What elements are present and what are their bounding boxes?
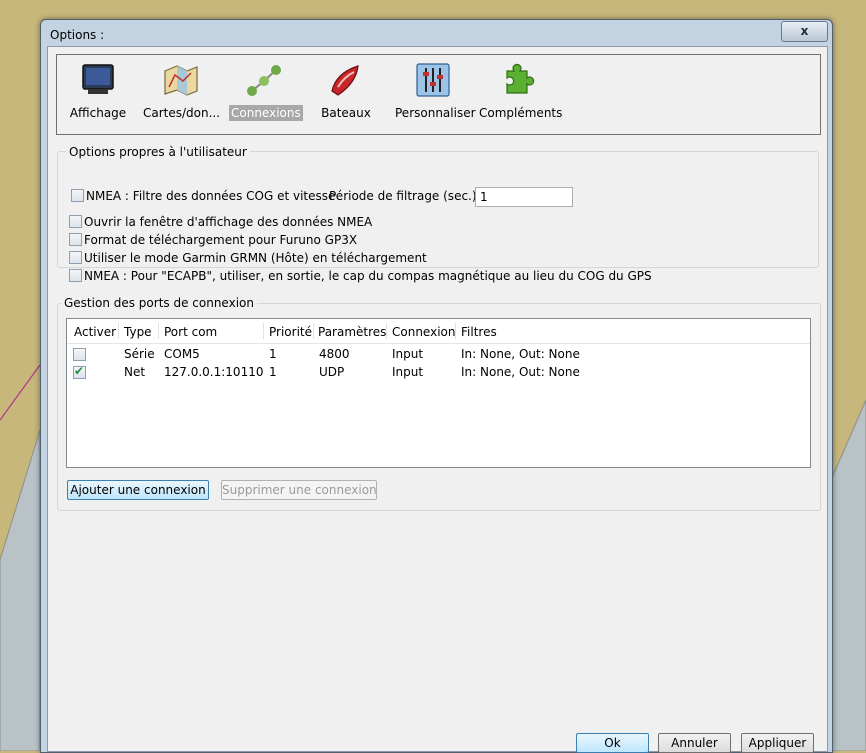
col-filtres[interactable]: Filtres <box>461 325 497 339</box>
col-separator <box>313 323 314 339</box>
row-connection: Input <box>392 365 424 379</box>
nmea-filter-label: NMEA : Filtre des données COG et vitesse <box>86 189 336 203</box>
col-parametres[interactable]: Paramètres <box>318 325 386 339</box>
tab-affichage[interactable]: Affichage <box>63 61 133 121</box>
apply-button[interactable]: Appliquer <box>741 733 814 753</box>
col-connexion[interactable]: Connexion <box>392 325 456 339</box>
col-activer[interactable]: Activer <box>74 325 116 339</box>
col-port[interactable]: Port com <box>164 325 217 339</box>
furuno-label: Format de téléchargement pour Furuno GP3… <box>84 233 358 247</box>
list-header: Activer Type Port com Priorité Paramètre… <box>67 319 810 344</box>
row-priority: 1 <box>269 347 277 361</box>
map-icon <box>161 61 201 99</box>
filter-period-input[interactable] <box>475 187 573 207</box>
nmea-window-label: Ouvrir la fenêtre d'affichage des donnée… <box>84 215 373 229</box>
connections-list[interactable]: Activer Type Port com Priorité Paramètre… <box>66 318 811 468</box>
row-params: 4800 <box>319 347 350 361</box>
ecapb-checkbox[interactable] <box>69 269 82 282</box>
col-type[interactable]: Type <box>124 325 152 339</box>
row-filters: In: None, Out: None <box>461 347 580 361</box>
close-button[interactable]: x <box>781 21 828 42</box>
tab-connexions[interactable]: Connexions <box>229 61 303 121</box>
boat-icon <box>326 61 366 99</box>
tab-label-complements: Compléments <box>479 106 563 120</box>
garmin-label: Utiliser le mode Garmin GRMN (Hôte) en t… <box>84 251 427 265</box>
close-icon: x <box>800 24 809 38</box>
tab-cartes[interactable]: Cartes/don... <box>141 61 221 121</box>
row-type: Net <box>124 365 146 379</box>
sliders-icon <box>413 61 453 99</box>
nmea-filter-checkbox[interactable] <box>71 189 84 202</box>
row-priority: 1 <box>269 365 277 379</box>
ecapb-label: NMEA : Pour "ECAPB", utiliser, en sortie… <box>84 269 652 283</box>
col-separator <box>263 323 264 339</box>
tab-label-bateaux: Bateaux <box>321 106 371 120</box>
ports-title: Gestion des ports de connexion <box>61 296 257 310</box>
dialog-title: Options : <box>50 28 105 42</box>
remove-connection-button[interactable]: Supprimer une connexion <box>221 480 377 500</box>
row-enable-checkbox[interactable] <box>73 348 86 361</box>
nmea-window-checkbox[interactable] <box>69 215 82 228</box>
col-priorite[interactable]: Priorité <box>269 325 312 339</box>
dialog-content: Affichage Cartes/don... Connexions Batea… <box>47 46 828 753</box>
ok-button[interactable]: Ok <box>576 733 649 753</box>
table-row[interactable]: Net 127.0.0.1:10110 1 UDP Input In: None… <box>67 364 810 382</box>
connections-icon <box>244 61 284 99</box>
tab-bateaux[interactable]: Bateaux <box>311 61 381 121</box>
options-dialog: Options : x Affichage Cartes/don... Conn… <box>40 19 833 753</box>
options-toolbar: Affichage Cartes/don... Connexions Batea… <box>56 54 821 135</box>
tab-label-personnaliser: Personnaliser <box>395 106 476 120</box>
tab-label-connexions: Connexions <box>229 105 303 121</box>
row-params: UDP <box>319 365 345 379</box>
monitor-icon <box>78 61 118 99</box>
col-separator <box>455 323 456 339</box>
add-connection-button[interactable]: Ajouter une connexion <box>67 480 209 500</box>
row-enable-checkbox[interactable] <box>73 364 86 379</box>
filter-period-label: Période de filtrage (sec.) <box>329 189 477 203</box>
col-separator <box>386 323 387 339</box>
furuno-checkbox[interactable] <box>69 233 82 246</box>
tab-label-cartes: Cartes/don... <box>143 106 221 120</box>
col-separator <box>118 323 119 339</box>
row-port: 127.0.0.1:10110 <box>164 365 264 379</box>
cancel-button[interactable]: Annuler <box>658 733 731 753</box>
garmin-checkbox[interactable] <box>69 251 82 264</box>
row-port: COM5 <box>164 347 200 361</box>
table-row[interactable]: Série COM5 1 4800 Input In: None, Out: N… <box>67 347 810 364</box>
row-type: Série <box>124 347 155 361</box>
tab-label-affichage: Affichage <box>69 106 127 120</box>
tab-personnaliser[interactable]: Personnaliser <box>393 61 476 121</box>
puzzle-icon <box>497 61 537 99</box>
user-options-title: Options propres à l'utilisateur <box>66 145 250 159</box>
row-connection: Input <box>392 347 424 361</box>
col-separator <box>158 323 159 339</box>
tab-complements[interactable]: Compléments <box>477 61 562 121</box>
row-filters: In: None, Out: None <box>461 365 580 379</box>
